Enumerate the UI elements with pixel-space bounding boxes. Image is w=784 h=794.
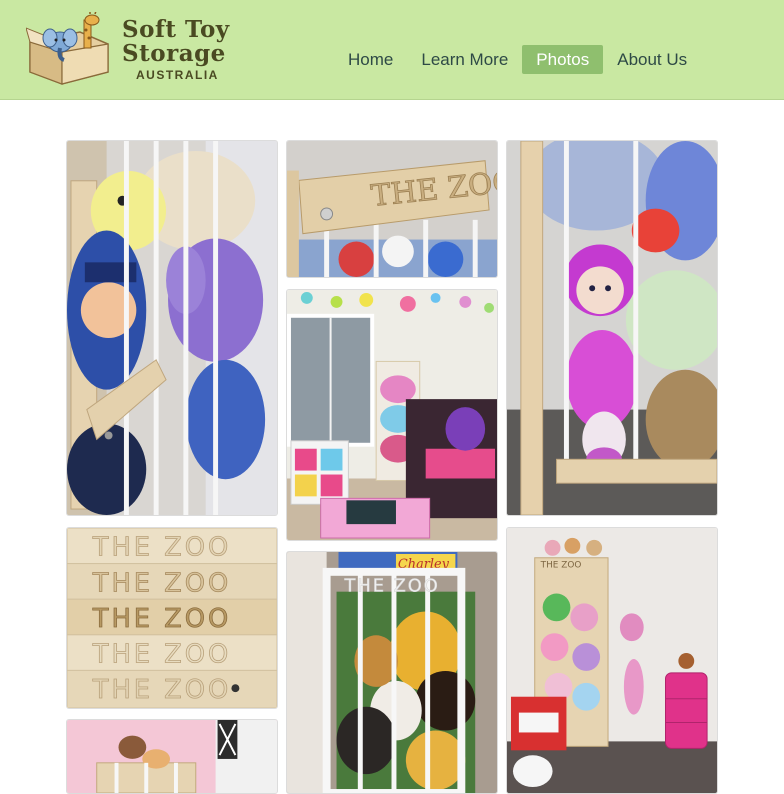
photo-zoo-sign-image: THE ZOO: [287, 141, 497, 277]
zoo-sign-text-7: THE ZOO: [343, 576, 439, 597]
zoo-sign-text-5: THE ZOO: [92, 640, 231, 670]
zoo-sign-text-8: THE ZOO: [540, 561, 582, 571]
photo-zoo-sign-rack[interactable]: THE ZOO: [286, 140, 498, 278]
photo-playroom-image: [287, 290, 497, 540]
photo-zoo-signs-image: THE ZOO THE ZOO THE ZOO THE ZOO THE ZOO: [67, 528, 277, 708]
photo-playroom-corner-image: [67, 720, 277, 793]
photo-pink-doll-image: [507, 141, 717, 515]
photo-playroom-corner[interactable]: [66, 719, 278, 794]
zoo-sign-text-3: THE ZOO: [92, 568, 231, 598]
photo-tall-rack-image: THE ZOO: [507, 528, 717, 793]
photo-gallery: THE ZOO THE ZOO THE ZOO THE ZOO THE ZOO …: [0, 0, 784, 794]
photo-white-rack-image: Charley THE ZOO: [287, 552, 497, 793]
zoo-sign-text-2: THE ZOO: [92, 533, 231, 563]
zoo-sign-text-4: THE ZOO: [92, 604, 231, 634]
zoo-sign-text-6: THE ZOO: [92, 675, 231, 705]
photo-toys-frame-image: [67, 141, 277, 515]
photo-white-zoo-rack[interactable]: Charley THE ZOO: [286, 551, 498, 794]
photo-zoo-signs-stack[interactable]: THE ZOO THE ZOO THE ZOO THE ZOO THE ZOO: [66, 527, 278, 709]
photo-tall-rack-pink-drawers[interactable]: THE ZOO: [506, 527, 718, 794]
photo-toys-in-zoo-frame[interactable]: [66, 140, 278, 516]
photo-pink-doll[interactable]: [506, 140, 718, 516]
photo-playroom[interactable]: [286, 289, 498, 541]
